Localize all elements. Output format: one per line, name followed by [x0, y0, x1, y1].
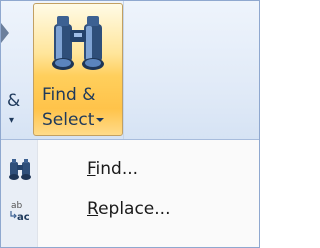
sort-arrow-icon: [1, 23, 9, 43]
binoculars-icon: [52, 16, 104, 70]
replace-mnemonic: R: [87, 199, 99, 219]
svg-text:ac: ac: [17, 212, 30, 222]
ribbon-divider: [123, 1, 124, 139]
svg-text:ab: ab: [11, 201, 23, 211]
dropdown-arrow-icon: [96, 118, 105, 122]
find-select-button[interactable]: Find & Select: [33, 3, 123, 136]
find-select-label-text: Select: [42, 110, 95, 130]
binoculars-icon: [9, 159, 31, 180]
ribbon-editing-group: & ▾ Find & Select: [1, 1, 259, 140]
menu-item-find[interactable]: Find...: [1, 152, 259, 188]
menu-item-find-label: Find...: [87, 159, 138, 179]
find-label-rest: ind...: [95, 159, 139, 179]
menu-item-replace-label: Replace...: [87, 199, 170, 219]
find-select-label-line2: Select: [42, 110, 105, 130]
menu-item-replace[interactable]: ab ac Replace...: [1, 192, 259, 228]
find-select-dropdown-menu: Find... ab ac Replace...: [1, 140, 259, 247]
adjacent-group-partial[interactable]: & ▾: [1, 1, 33, 139]
find-select-label-line1: Find &: [42, 85, 96, 105]
chevron-down-icon: ▾: [9, 115, 15, 126]
adjacent-group-label: &: [7, 91, 21, 111]
find-mnemonic: F: [87, 159, 96, 179]
replace-ab-ac-icon: ab ac: [10, 201, 30, 222]
replace-label-rest: eplace...: [98, 199, 171, 219]
